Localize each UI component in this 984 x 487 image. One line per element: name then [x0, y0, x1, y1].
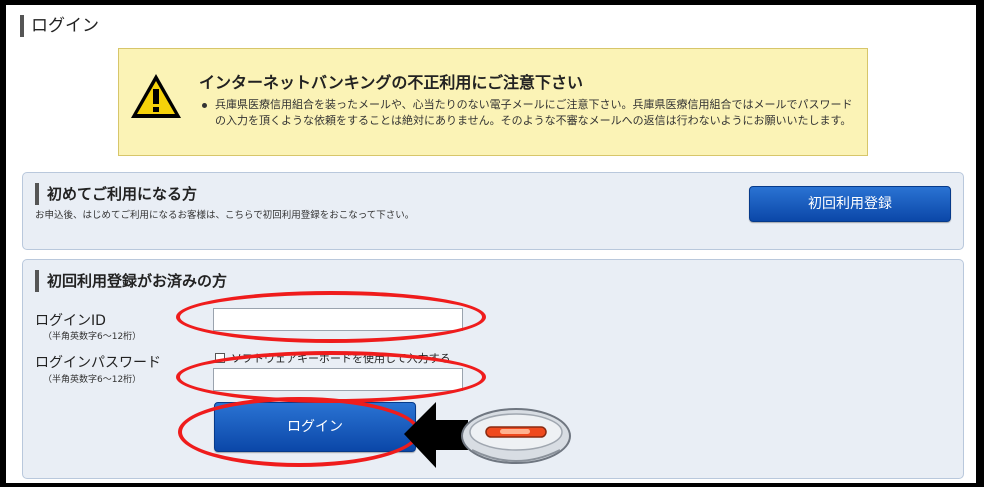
login-id-label: ログインID [35, 313, 106, 329]
login-button[interactable]: ログイン [214, 402, 416, 452]
password-input[interactable] [213, 368, 463, 391]
registered-heading: 初回利用登録がお済みの方 [35, 270, 227, 292]
software-keyboard-option[interactable]: ソフトウェアキーボードを使用して入力する [215, 350, 451, 366]
password-hint: （半角英数字6～12桁） [43, 375, 142, 385]
mouse-icon [461, 408, 571, 464]
login-id-hint: （半角英数字6～12桁） [43, 332, 142, 342]
initial-registration-button[interactable]: 初回利用登録 [749, 186, 951, 222]
warning-line: 兵庫県医療信用組合を装ったメールや、心当たりのない電子メールにご注意下さい。兵庫… [199, 97, 854, 129]
first-time-description: お申込後、はじめてご利用になるお客様は、こちらで初回利用登録をおこなって下さい。 [35, 210, 415, 221]
warning-triangle-icon [131, 74, 181, 118]
warning-title: インターネットバンキングの不正利用にご注意下さい [199, 73, 584, 92]
screenshot-frame: ログイン インターネットバンキングの不正利用にご注意下さい 兵庫県医療信用組合を… [0, 0, 984, 487]
login-id-input[interactable] [213, 308, 463, 331]
password-label: ログインパスワード [35, 355, 161, 371]
warning-box: インターネットバンキングの不正利用にご注意下さい 兵庫県医療信用組合を装ったメー… [118, 48, 868, 156]
first-time-panel: 初めてご利用になる方 お申込後、はじめてご利用になるお客様は、こちらで初回利用登… [22, 172, 964, 250]
software-keyboard-checkbox[interactable] [215, 353, 225, 363]
page-title: ログイン [20, 15, 99, 37]
pointer-annotation [404, 402, 571, 468]
first-time-heading: 初めてご利用になる方 [35, 183, 197, 205]
warning-body: 兵庫県医療信用組合を装ったメールや、心当たりのない電子メールにご注意下さい。兵庫… [199, 97, 854, 129]
software-keyboard-label: ソフトウェアキーボードを使用して入力する [231, 352, 451, 365]
arrow-left-icon [404, 402, 468, 468]
